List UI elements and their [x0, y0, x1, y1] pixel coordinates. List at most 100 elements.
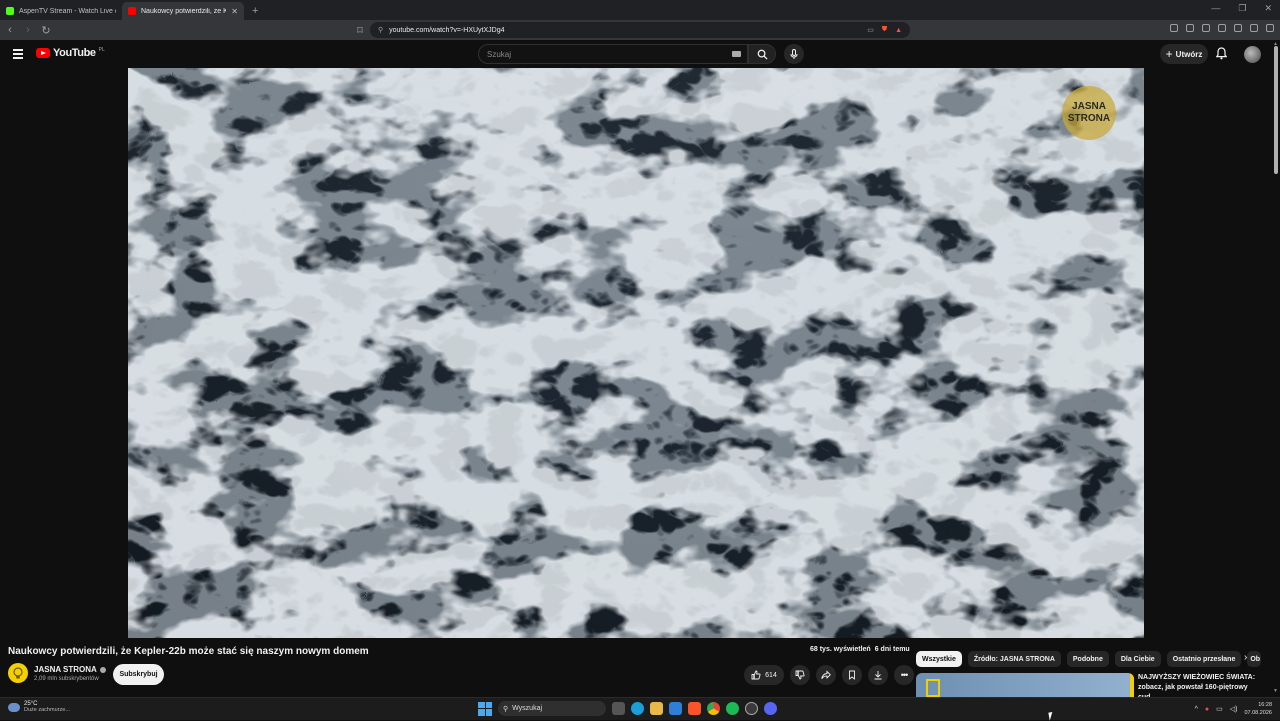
taskbar-search[interactable]: ⚲ Wyszukaj: [498, 701, 606, 716]
cast-icon[interactable]: ▭: [867, 26, 874, 34]
task-view-icon[interactable]: [612, 702, 625, 715]
system-tray: ^ ● ▭ ◁) 16:28 07.08.2026: [1195, 701, 1272, 717]
subscribe-button[interactable]: Subskrybuj: [113, 664, 164, 685]
site-info-icon[interactable]: ⚲: [378, 26, 383, 34]
brave-shield-icon[interactable]: ⛊: [882, 26, 887, 34]
tab-title: Naukowcy potwierdzili, że Ke: [141, 7, 227, 15]
clock[interactable]: 16:28 07.08.2026: [1244, 701, 1272, 717]
back-icon[interactable]: ‹: [2, 24, 18, 36]
chrome-icon[interactable]: [707, 702, 720, 715]
chip-from-channel[interactable]: Źródło: JASNA STRONA: [967, 651, 1061, 667]
more-actions-button[interactable]: •••: [894, 665, 914, 685]
scroll-down-icon[interactable]: ▼: [1273, 688, 1278, 694]
wallet-icon[interactable]: [1218, 24, 1226, 32]
recommended-video-thumbnail[interactable]: [916, 673, 1134, 697]
bookmark-icon[interactable]: ⌑: [352, 24, 368, 37]
download-button[interactable]: [868, 665, 888, 685]
close-tab-icon[interactable]: ✕: [231, 7, 238, 16]
store-icon[interactable]: [669, 702, 682, 715]
music-icon[interactable]: [1186, 24, 1194, 32]
chip-recently-uploaded[interactable]: Ostatnio przesłane: [1166, 651, 1242, 667]
forward-icon[interactable]: ›: [20, 24, 36, 36]
country-code: PL: [98, 47, 105, 53]
vpn-icon[interactable]: [1250, 24, 1258, 32]
weather-widget[interactable]: 25°C Duże zachmurze...: [8, 701, 70, 713]
reload-icon[interactable]: ↻: [38, 24, 54, 37]
chip-for-you[interactable]: Dla Ciebie: [1114, 651, 1161, 667]
sidebar-icon[interactable]: [1202, 24, 1210, 32]
search-input[interactable]: [487, 49, 732, 59]
video-title: Naukowcy potwierdzili, że Kepler-22b moż…: [8, 646, 369, 657]
browser-tab-youtube[interactable]: Naukowcy potwierdzili, że Ke ✕: [122, 2, 244, 20]
url-text: youtube.com/watch?v=-HXUytXJDg4: [389, 26, 505, 34]
windows-start-icon[interactable]: [478, 701, 492, 716]
create-label: Utwórz: [1175, 49, 1203, 59]
video-player[interactable]: JASNA STRONA: [128, 68, 1144, 638]
guide-menu-icon[interactable]: [13, 49, 23, 59]
microphone-muted-icon[interactable]: ●: [1205, 706, 1209, 713]
chip-partial[interactable]: Ob: [1247, 651, 1262, 667]
lightbulb-icon: [13, 667, 23, 679]
menu-icon[interactable]: [1266, 24, 1274, 32]
like-button[interactable]: 614: [744, 665, 784, 685]
plus-icon: +: [1165, 47, 1173, 61]
kick-favicon-icon: [6, 7, 14, 15]
address-bar[interactable]: ⚲ youtube.com/watch?v=-HXUytXJDg4 ▭ ⛊ ▲: [370, 22, 910, 38]
network-icon[interactable]: ▭: [1216, 705, 1223, 713]
subscriber-count: 2,09 mln subskrybentów: [34, 676, 99, 682]
volume-icon[interactable]: ◁): [1230, 705, 1238, 713]
dislike-button[interactable]: [790, 665, 810, 685]
youtube-favicon-icon: [128, 7, 136, 15]
keyboard-icon[interactable]: [732, 51, 741, 57]
chip-all[interactable]: Wszystkie: [916, 651, 962, 667]
create-button[interactable]: + Utwórz: [1160, 44, 1208, 64]
thumbnail-frame-graphic: [926, 679, 940, 697]
download-icon: [874, 671, 882, 680]
extensions-area: [1170, 24, 1274, 32]
upload-age: 6 dni temu: [874, 646, 910, 653]
browser-toolbar: ‹ › ↻ ⌑ ⚲ youtube.com/watch?v=-HXUytXJDg…: [0, 20, 1280, 40]
like-count: 614: [765, 671, 777, 679]
share-button[interactable]: [816, 665, 836, 685]
youtube-logo[interactable]: YouTube PL: [36, 47, 105, 59]
new-tab-button[interactable]: +: [252, 5, 258, 17]
chip-related[interactable]: Podobne: [1066, 651, 1109, 667]
channel-name-text: JASNA STRONA: [34, 665, 97, 674]
channel-name[interactable]: JASNA STRONA: [34, 665, 106, 674]
rewards-icon[interactable]: ▲: [895, 27, 902, 34]
search-icon: [757, 49, 768, 60]
page-scrollbar[interactable]: [1274, 46, 1278, 174]
youtube-play-icon: [36, 48, 50, 58]
show-hidden-icons-icon[interactable]: ^: [1195, 706, 1198, 713]
close-window-icon[interactable]: ✕: [1264, 3, 1272, 14]
video-meta: 68 tys. wyświetleń 6 dni temu: [810, 646, 910, 653]
save-button[interactable]: [842, 665, 862, 685]
account-avatar[interactable]: [1244, 46, 1261, 63]
notifications-bell-icon[interactable]: [1216, 47, 1227, 60]
discord-icon[interactable]: [764, 702, 777, 715]
clock-time: 16:28: [1258, 702, 1272, 708]
search-button[interactable]: [748, 44, 776, 64]
youtube-masthead: YouTube PL + Utwórz: [0, 40, 1280, 68]
channel-avatar[interactable]: [8, 663, 28, 683]
window-controls: — ❐ ✕: [1211, 3, 1272, 14]
chevron-right-icon[interactable]: ›: [1244, 652, 1247, 663]
minimize-icon[interactable]: —: [1211, 3, 1220, 14]
more-horizontal-icon: •••: [900, 670, 909, 680]
spotify-icon[interactable]: [726, 702, 739, 715]
maximize-icon[interactable]: ❐: [1238, 3, 1246, 14]
extensions-icon[interactable]: [1234, 24, 1242, 32]
taskbar-apps: ⚲ Wyszukaj: [478, 701, 777, 716]
taskbar-search-label: Wyszukaj: [512, 705, 543, 712]
channel-watermark[interactable]: JASNA STRONA: [1062, 86, 1116, 140]
extension-icon[interactable]: [1170, 24, 1178, 32]
share-icon: [821, 670, 831, 680]
browser-tab-kick[interactable]: AspenTV Stream - Watch Live on Kick: [0, 2, 122, 20]
microphone-icon: [790, 49, 798, 59]
edge-icon[interactable]: [631, 702, 644, 715]
related-chips: Wszystkie Źródło: JASNA STRONA Podobne D…: [916, 651, 1262, 667]
file-explorer-icon[interactable]: [650, 702, 663, 715]
voice-search-button[interactable]: [784, 44, 804, 64]
steam-icon[interactable]: [745, 702, 758, 715]
brave-icon[interactable]: [688, 702, 701, 715]
